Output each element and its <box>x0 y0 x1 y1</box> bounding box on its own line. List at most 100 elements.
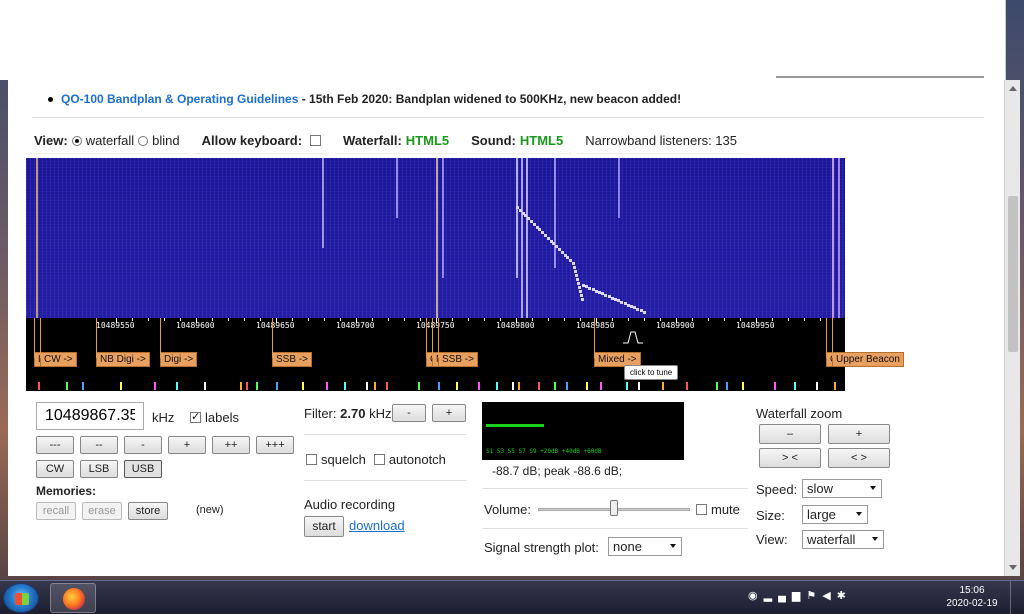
zoom-in-button[interactable]: + <box>828 424 890 444</box>
spot-marker[interactable] <box>418 382 420 390</box>
speed-select[interactable]: slow <box>802 479 882 498</box>
mute-checkbox[interactable] <box>696 504 707 515</box>
spot-marker[interactable] <box>246 382 248 390</box>
store-button[interactable]: store <box>128 502 168 520</box>
step-up-large-button[interactable]: +++ <box>256 436 294 454</box>
record-start-button[interactable]: start <box>304 516 344 537</box>
step-up-medium-button[interactable]: ++ <box>212 436 250 454</box>
band-label[interactable]: Upper Beacon <box>832 352 904 367</box>
spot-marker[interactable] <box>518 382 520 390</box>
band-label[interactable]: SSB -> <box>438 352 478 367</box>
band-label[interactable]: CW -> <box>40 352 77 367</box>
frequency-scale[interactable]: LCW ->NB Digi ->Digi ->SSB ->CNSSB ->Mix… <box>26 318 904 391</box>
memory-status: (new) <box>196 504 224 516</box>
autonotch-checkbox[interactable] <box>373 454 385 465</box>
spot-marker[interactable] <box>374 382 376 390</box>
step-down-large-button[interactable]: --- <box>36 436 74 454</box>
spot-marker[interactable] <box>834 382 836 390</box>
spot-marker[interactable] <box>566 382 568 390</box>
signal-icon[interactable]: ▂▄▆ <box>764 590 807 602</box>
view-mode-select[interactable]: waterfall <box>802 530 884 549</box>
step-down-medium-button[interactable]: -- <box>80 436 118 454</box>
scrollbar-thumb[interactable] <box>1008 196 1018 352</box>
spot-marker[interactable] <box>794 382 796 390</box>
mode-usb-button[interactable]: USB <box>124 460 162 478</box>
spot-marker[interactable] <box>276 382 278 390</box>
filter-narrow-button[interactable]: - <box>392 404 426 422</box>
spot-marker[interactable] <box>586 382 588 390</box>
blind-radio[interactable] <box>138 135 149 146</box>
spot-marker[interactable] <box>154 382 156 390</box>
flag-icon[interactable]: ⚑ <box>806 590 822 602</box>
spot-marker[interactable] <box>478 382 480 390</box>
frequency-input[interactable] <box>36 402 144 430</box>
start-button[interactable] <box>3 583 39 613</box>
signal-strength-plot-select[interactable]: none <box>608 537 682 556</box>
waterfall-display[interactable] <box>26 158 845 318</box>
spot-marker[interactable] <box>256 382 258 390</box>
spot-marker[interactable] <box>326 382 328 390</box>
spot-marker[interactable] <box>742 382 744 390</box>
spot-marker[interactable] <box>538 382 540 390</box>
spot-marker[interactable] <box>686 382 688 390</box>
spot-marker[interactable] <box>302 382 304 390</box>
passband-marker[interactable] <box>622 330 644 344</box>
squelch-checkbox[interactable] <box>306 454 317 465</box>
signal-trace <box>322 158 324 248</box>
spot-marker[interactable] <box>38 382 40 390</box>
spot-marker[interactable] <box>726 382 728 390</box>
labels-checkbox[interactable] <box>190 410 201 423</box>
spot-marker[interactable] <box>626 382 628 390</box>
band-label[interactable]: Digi -> <box>160 352 198 367</box>
spot-marker[interactable] <box>662 382 664 390</box>
filter-widen-button[interactable]: + <box>432 404 466 422</box>
spot-marker[interactable] <box>456 382 458 390</box>
download-link[interactable]: download <box>349 518 405 533</box>
zoom-out-button[interactable]: – <box>759 424 821 444</box>
waterfall-radio[interactable] <box>71 135 82 146</box>
zoom-full-button[interactable]: < > <box>828 448 890 468</box>
spot-marker[interactable] <box>66 382 68 390</box>
mode-cw-button[interactable]: CW <box>36 460 74 478</box>
spot-marker[interactable] <box>716 382 718 390</box>
clock[interactable]: 15:06 2020-02-19 <box>944 584 1000 610</box>
spot-marker[interactable] <box>240 382 242 390</box>
scale-minor-tick <box>724 318 725 321</box>
zoom-center-button[interactable]: > < <box>759 448 821 468</box>
step-down-small-button[interactable]: - <box>124 436 162 454</box>
spot-marker[interactable] <box>176 382 178 390</box>
spot-marker[interactable] <box>344 382 346 390</box>
spot-marker[interactable] <box>366 382 368 390</box>
network-icon[interactable]: ◉ <box>748 590 764 602</box>
bluetooth-icon[interactable]: ✱ <box>837 590 852 602</box>
spot-marker[interactable] <box>82 382 84 390</box>
scroll-down-icon[interactable] <box>1009 565 1017 570</box>
spot-marker[interactable] <box>554 382 556 390</box>
spot-marker[interactable] <box>774 382 776 390</box>
step-up-small-button[interactable]: + <box>168 436 206 454</box>
band-label[interactable]: SSB -> <box>272 352 312 367</box>
firefox-taskbar-button[interactable] <box>50 583 96 613</box>
volume-slider-thumb[interactable] <box>610 500 618 516</box>
spot-marker[interactable] <box>512 382 514 390</box>
spot-marker[interactable] <box>496 382 498 390</box>
spot-marker[interactable] <box>204 382 206 390</box>
spot-marker[interactable] <box>600 382 602 390</box>
show-desktop-button[interactable] <box>1010 581 1024 614</box>
mode-lsb-button[interactable]: LSB <box>80 460 118 478</box>
bandplan-link[interactable]: QO-100 Bandplan & Operating Guidelines <box>61 92 298 106</box>
spot-marker[interactable] <box>816 382 818 390</box>
size-select[interactable]: large <box>802 505 868 524</box>
allow-keyboard-checkbox[interactable] <box>310 135 322 146</box>
spot-marker[interactable] <box>120 382 122 390</box>
spot-marker[interactable] <box>438 382 440 390</box>
vertical-scrollbar[interactable] <box>1004 80 1020 576</box>
recall-button[interactable]: recall <box>36 502 76 520</box>
band-label[interactable]: NB Digi -> <box>96 352 150 367</box>
spot-marker[interactable] <box>386 382 388 390</box>
erase-button[interactable]: erase <box>82 502 122 520</box>
scale-minor-tick <box>468 318 469 321</box>
scroll-up-icon[interactable] <box>1009 86 1017 91</box>
spot-marker[interactable] <box>638 382 640 390</box>
volume-icon[interactable]: ◀ <box>822 590 836 602</box>
